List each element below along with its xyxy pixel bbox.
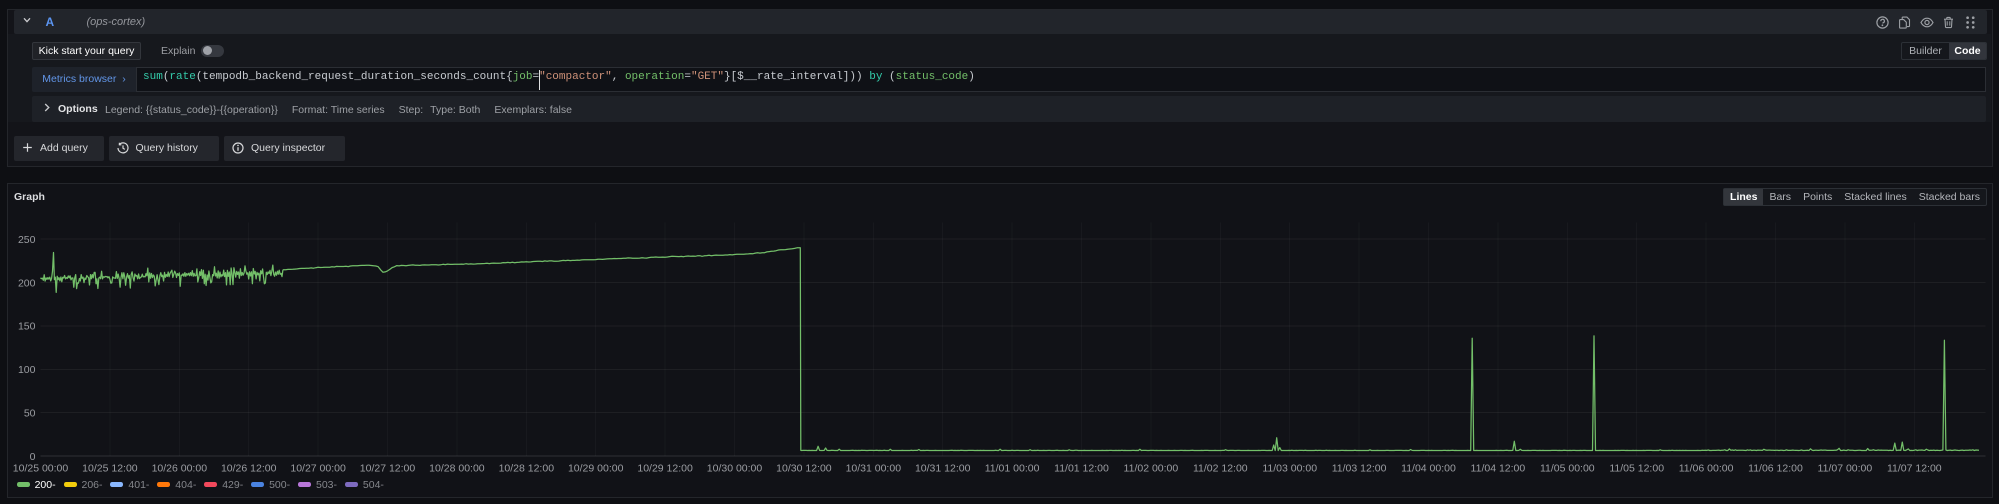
- svg-text:50: 50: [24, 408, 36, 420]
- svg-text:11/03 12:00: 11/03 12:00: [1332, 463, 1387, 475]
- svg-text:10/29 12:00: 10/29 12:00: [637, 463, 693, 475]
- svg-text:11/02 00:00: 11/02 00:00: [1124, 463, 1179, 475]
- svg-text:11/05 00:00: 11/05 00:00: [1540, 463, 1595, 475]
- svg-text:10/28 12:00: 10/28 12:00: [499, 463, 555, 475]
- svg-text:10/25 00:00: 10/25 00:00: [13, 463, 69, 475]
- svg-text:150: 150: [18, 321, 36, 333]
- svg-text:11/01 12:00: 11/01 12:00: [1054, 463, 1109, 475]
- svg-text:10/31 00:00: 10/31 00:00: [846, 463, 902, 475]
- svg-text:0: 0: [30, 451, 36, 463]
- svg-text:11/07 12:00: 11/07 12:00: [1887, 463, 1942, 475]
- svg-text:11/01 00:00: 11/01 00:00: [985, 463, 1040, 475]
- svg-text:11/03 00:00: 11/03 00:00: [1262, 463, 1317, 475]
- svg-text:10/30 12:00: 10/30 12:00: [776, 463, 832, 475]
- svg-text:10/27 12:00: 10/27 12:00: [360, 463, 416, 475]
- svg-text:11/06 12:00: 11/06 12:00: [1748, 463, 1803, 475]
- svg-text:250: 250: [18, 234, 36, 246]
- svg-text:10/26 12:00: 10/26 12:00: [221, 463, 277, 475]
- svg-text:10/31 12:00: 10/31 12:00: [915, 463, 971, 475]
- svg-text:11/04 00:00: 11/04 00:00: [1401, 463, 1456, 475]
- svg-text:11/06 00:00: 11/06 00:00: [1679, 463, 1734, 475]
- svg-text:10/27 00:00: 10/27 00:00: [290, 463, 346, 475]
- svg-text:10/26 00:00: 10/26 00:00: [152, 463, 208, 475]
- svg-text:11/05 12:00: 11/05 12:00: [1609, 463, 1664, 475]
- svg-text:11/07 00:00: 11/07 00:00: [1818, 463, 1873, 475]
- svg-text:10/28 00:00: 10/28 00:00: [429, 463, 485, 475]
- svg-text:200: 200: [18, 277, 36, 289]
- svg-text:10/25 12:00: 10/25 12:00: [82, 463, 138, 475]
- svg-text:11/04 12:00: 11/04 12:00: [1471, 463, 1526, 475]
- svg-text:10/29 00:00: 10/29 00:00: [568, 463, 624, 475]
- svg-text:100: 100: [18, 364, 36, 376]
- svg-text:10/30 00:00: 10/30 00:00: [707, 463, 763, 475]
- svg-text:11/02 12:00: 11/02 12:00: [1193, 463, 1248, 475]
